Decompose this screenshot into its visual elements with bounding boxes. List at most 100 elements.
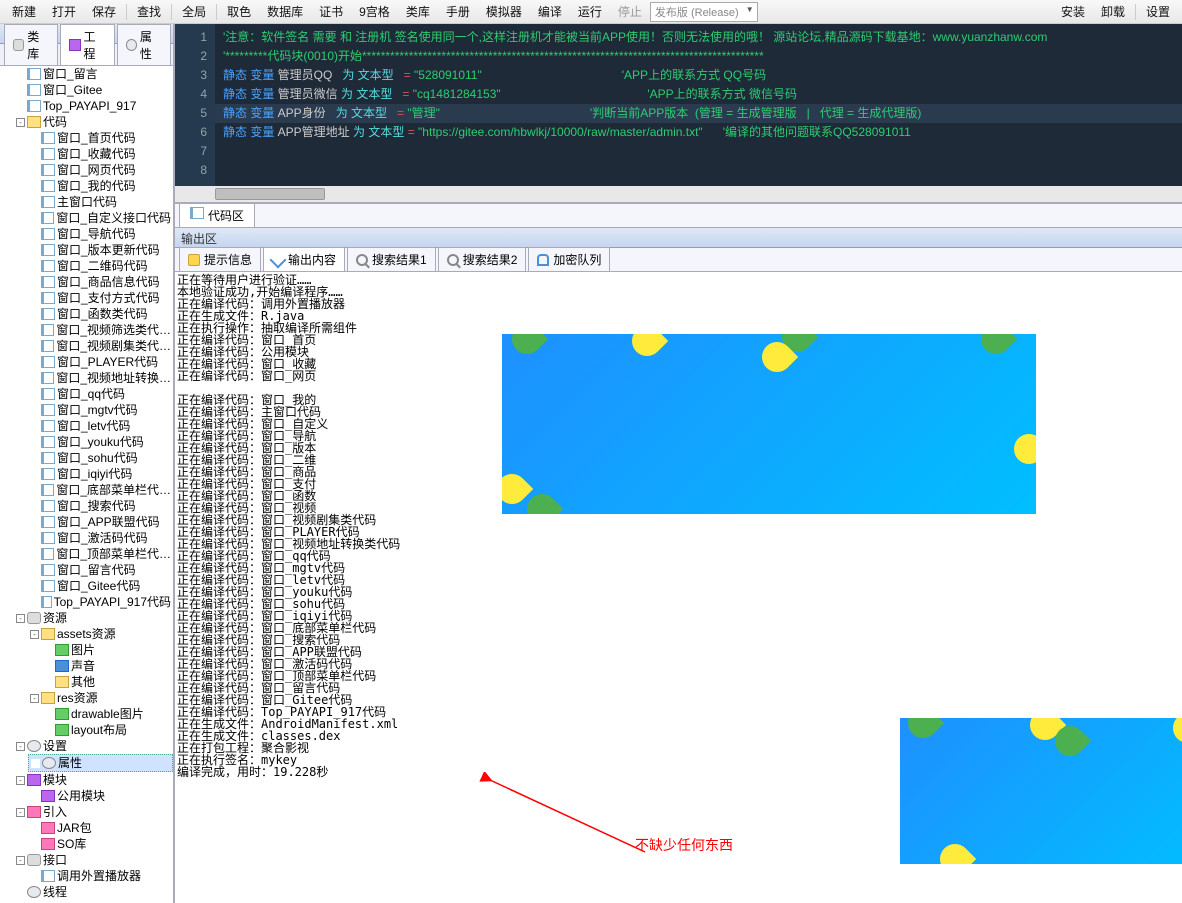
tree-item[interactable]: layout布局 (42, 722, 173, 738)
tree-label: 窗口_youku代码 (57, 434, 144, 450)
tree-item[interactable]: 其他 (42, 674, 173, 690)
tree-item[interactable]: 窗口_视频筛选类代… (28, 322, 173, 338)
tree-item[interactable]: JAR包 (28, 820, 173, 836)
tree-item[interactable]: 窗口_首页代码 (28, 130, 173, 146)
tree-item[interactable]: 窗口_视频剧集类代… (28, 338, 173, 354)
tree-item[interactable]: 窗口_留言 (14, 66, 173, 82)
tree-item[interactable]: -assets资源 (28, 626, 173, 642)
tree-item[interactable]: 窗口_Gitee代码 (28, 578, 173, 594)
tree-item[interactable]: 主窗口代码 (28, 194, 173, 210)
tab-project[interactable]: 工程 (60, 24, 114, 65)
tree-item[interactable]: -代码 (14, 114, 173, 130)
tb-pickcolor[interactable]: 取色 (219, 0, 259, 23)
tb-classlib[interactable]: 类库 (398, 0, 438, 23)
tb-emu[interactable]: 模拟器 (478, 0, 530, 23)
tree-item[interactable]: 窗口_留言代码 (28, 562, 173, 578)
outtab-info[interactable]: 提示信息 (179, 247, 261, 271)
tb-settings[interactable]: 设置 (1138, 0, 1178, 23)
outtab-encrypt[interactable]: 加密队列 (528, 247, 610, 271)
tree-item[interactable]: 窗口_letv代码 (28, 418, 173, 434)
tb-save[interactable]: 保存 (84, 0, 124, 23)
tb-db[interactable]: 数据库 (259, 0, 311, 23)
tree-item[interactable]: 图片 (42, 642, 173, 658)
tree-item[interactable]: 公用模块 (28, 788, 173, 804)
tree-item[interactable]: -设置 (14, 738, 173, 754)
tree-item[interactable]: 窗口_qq代码 (28, 386, 173, 402)
tb-run[interactable]: 运行 (570, 0, 610, 23)
tb-find[interactable]: 查找 (129, 0, 169, 23)
outtab-output[interactable]: 输出内容 (263, 247, 345, 271)
info-icon (188, 254, 200, 266)
tree-item[interactable]: 线程 (14, 884, 173, 900)
tree-item[interactable]: drawable图片 (42, 706, 173, 722)
tree-item[interactable]: 窗口_顶部菜单栏代… (28, 546, 173, 562)
output-tabs: 提示信息 输出内容 搜索结果1 搜索结果2 加密队列 (175, 248, 1182, 272)
tree-icon (41, 356, 55, 368)
tree-item[interactable]: 窗口_iqiyi代码 (28, 466, 173, 482)
tree-item[interactable]: 窗口_自定义接口代码 (28, 210, 173, 226)
code-tab[interactable]: 代码区 (179, 203, 255, 227)
tree-item[interactable]: -res资源 (28, 690, 173, 706)
tb-cert[interactable]: 证书 (311, 0, 351, 23)
code-editor[interactable]: 12345678 '注意：软件签名 需要 和 注册机 签名使用同一个,这样注册机… (175, 24, 1182, 204)
tree-item[interactable]: 调用外置播放器 (28, 868, 173, 884)
tree-item[interactable]: 窗口_sohu代码 (28, 450, 173, 466)
outtab-label: 输出内容 (288, 251, 336, 268)
tree-item[interactable]: 窗口_二维码代码 (28, 258, 173, 274)
tree-label: 窗口_版本更新代码 (57, 242, 160, 258)
scroll-thumb[interactable] (215, 188, 325, 200)
tree-label: 窗口_激活码代码 (57, 530, 148, 546)
tree-item[interactable]: 窗口_PLAYER代码 (28, 354, 173, 370)
build-mode-combo[interactable]: 发布版 (Release) (650, 2, 758, 22)
tb-new[interactable]: 新建 (4, 0, 44, 23)
tree-item[interactable]: 窗口_搜索代码 (28, 498, 173, 514)
tree-item[interactable]: 窗口_网页代码 (28, 162, 173, 178)
tree-label: Top_PAYAPI_917 (43, 98, 136, 114)
tree-item[interactable]: -模块 (14, 772, 173, 788)
tree-item[interactable]: 窗口_我的代码 (28, 178, 173, 194)
tb-uninstall[interactable]: 卸载 (1093, 0, 1133, 23)
outtab-find2[interactable]: 搜索结果2 (438, 247, 527, 271)
tab-props[interactable]: 属性 (117, 24, 171, 65)
tree-label: 线程 (43, 884, 67, 900)
editor-hscrollbar[interactable] (175, 186, 1182, 202)
tree-item[interactable]: 窗口_导航代码 (28, 226, 173, 242)
tree-item[interactable]: 窗口_mgtv代码 (28, 402, 173, 418)
tb-global[interactable]: 全局 (174, 0, 214, 23)
code-body[interactable]: '注意：软件签名 需要 和 注册机 签名使用同一个,这样注册机才能被当前APP使… (215, 24, 1182, 202)
tree-item[interactable]: 窗口_收藏代码 (28, 146, 173, 162)
tb-install[interactable]: 安装 (1053, 0, 1093, 23)
tb-manual[interactable]: 手册 (438, 0, 478, 23)
tb-compile[interactable]: 编译 (530, 0, 570, 23)
output-header: 输出区 (175, 228, 1182, 248)
tree-item[interactable]: -接口 (14, 852, 173, 868)
tb-sep (1135, 4, 1136, 20)
tree-item[interactable]: SO库 (28, 836, 173, 852)
tree-item[interactable]: 窗口_版本更新代码 (28, 242, 173, 258)
project-tree[interactable]: 窗口_留言窗口_GiteeTop_PAYAPI_917-代码窗口_首页代码窗口_… (0, 66, 173, 903)
outtab-find1[interactable]: 搜索结果1 (347, 247, 436, 271)
tree-item[interactable]: 窗口_youku代码 (28, 434, 173, 450)
tree-item[interactable]: 窗口_视频地址转换… (28, 370, 173, 386)
tree-item[interactable]: -资源 (14, 610, 173, 626)
tree-item[interactable]: 窗口_Gitee (14, 82, 173, 98)
tree-label: 窗口_自定义接口代码 (56, 210, 171, 226)
tree-item[interactable]: 窗口_激活码代码 (28, 530, 173, 546)
tree-item[interactable]: 属性 (28, 754, 173, 772)
tree-label: 窗口_qq代码 (57, 386, 125, 402)
tree-item[interactable]: 窗口_APP联盟代码 (28, 514, 173, 530)
right-pane: 12345678 '注意：软件签名 需要 和 注册机 签名使用同一个,这样注册机… (175, 24, 1182, 903)
tb-9grid[interactable]: 9宫格 (351, 0, 398, 23)
tree-item[interactable]: Top_PAYAPI_917 (14, 98, 173, 114)
tree-item[interactable]: Top_PAYAPI_917代码 (28, 594, 173, 610)
search-icon (356, 254, 368, 266)
tree-item[interactable]: 窗口_支付方式代码 (28, 290, 173, 306)
tree-item[interactable]: 窗口_函数类代码 (28, 306, 173, 322)
tab-classlib[interactable]: 类库 (4, 24, 58, 65)
tree-item[interactable]: 声音 (42, 658, 173, 674)
tree-item[interactable]: -引入 (14, 804, 173, 820)
tb-open[interactable]: 打开 (44, 0, 84, 23)
tree-label: 窗口_函数类代码 (57, 306, 148, 322)
tree-item[interactable]: 窗口_商品信息代码 (28, 274, 173, 290)
tree-item[interactable]: 窗口_底部菜单栏代… (28, 482, 173, 498)
